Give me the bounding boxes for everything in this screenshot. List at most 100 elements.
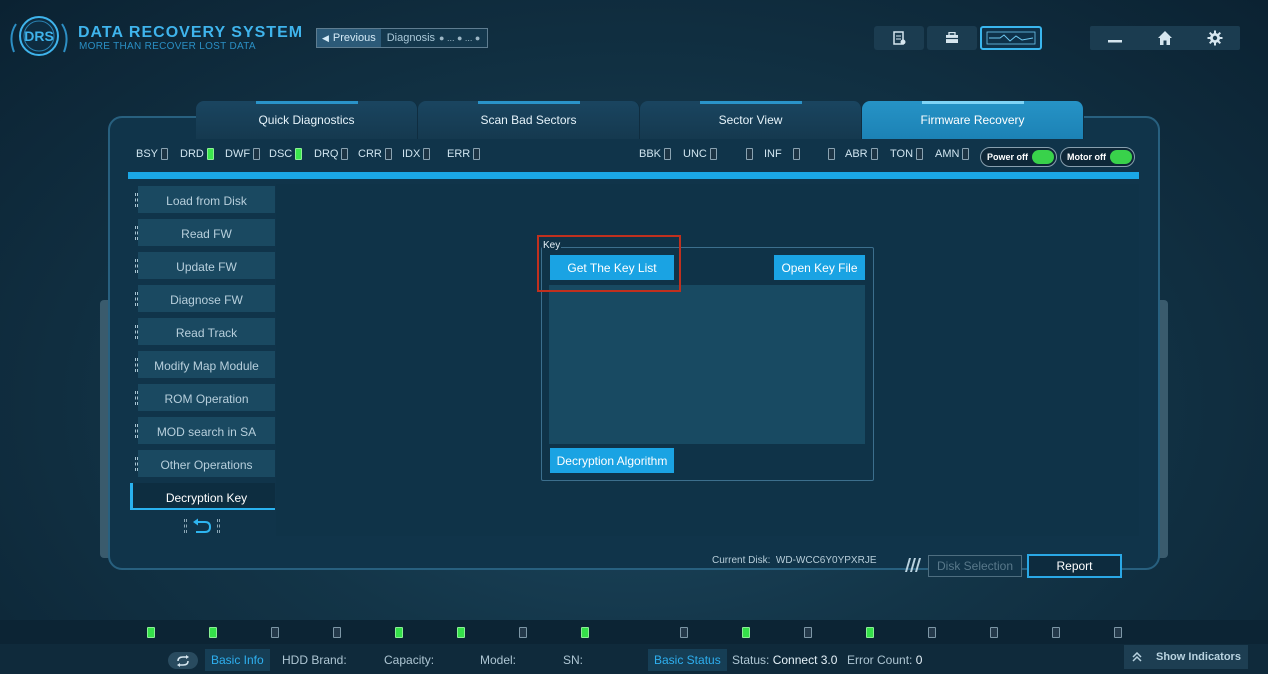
indicator-drd: DRD [180,148,214,160]
menu-item-diagnose-fw[interactable]: Diagnose FW [128,283,275,316]
status-led-icon [581,627,589,638]
return-arrow-icon [193,518,212,533]
register-indicators: BSY DRD DWF DSC DRQ CRR IDX ERR BBK UNC … [136,147,1136,167]
capacity-label: Capacity: [384,653,435,667]
led-icon [473,148,481,160]
status-led-icon [457,627,465,638]
menu-item-modify-map-module[interactable]: Modify Map Module [128,349,275,382]
indicator-ton: TON [890,148,924,160]
grip-icon [135,193,138,207]
stripes-icon [905,558,921,572]
disk-selection-button[interactable]: Disk Selection [928,555,1022,577]
refresh-icon [177,654,189,667]
status-led-icon [742,627,750,638]
log-button[interactable] [874,26,924,50]
menu-item-read-track[interactable]: Read Track [128,316,275,349]
status-led-icon [519,627,527,638]
basic-info-tab[interactable]: Basic Info [205,649,270,671]
led-icon [295,148,303,160]
drs-logo-icon: DRS [10,16,68,56]
show-indicators-button[interactable]: Show Indicators [1124,645,1248,669]
svg-text:DRS: DRS [24,28,54,44]
status-led-icon [680,627,688,638]
menu-item-update-fw[interactable]: Update FW [128,250,275,283]
home-icon[interactable] [1157,30,1173,46]
sn-label: SN: [563,653,584,667]
waveform-icon [986,31,1036,45]
led-icon [253,148,261,160]
led-icon [792,148,800,160]
report-button[interactable]: Report [1027,554,1122,578]
status-led-icon [271,627,279,638]
grip-icon [135,292,138,306]
tab-sector-view[interactable]: Sector View [640,101,862,139]
indicator-idx: IDX [402,148,431,160]
header: DRS DATA RECOVERY SYSTEM MORE THAN RECOV… [0,0,1268,80]
gear-icon[interactable] [1207,30,1223,46]
toolbox-button[interactable] [927,26,977,50]
indicator-bsy: BSY [136,148,169,160]
power-toggle[interactable]: Power off [980,147,1058,167]
menu-item-load-from-disk[interactable]: Load from Disk [128,184,275,217]
motor-toggle[interactable]: Motor off [1060,147,1135,167]
grip-icon [217,519,220,533]
indicator-err: ERR [447,148,481,160]
key-list[interactable] [549,285,865,444]
indicator-inf: INF [764,148,800,160]
status-led-icon [866,627,874,638]
menu-item-mod-search-in-sa[interactable]: MOD search in SA [128,415,275,448]
current-disk: Current Disk: WD-WCC6Y0YPXRJE [712,555,877,566]
tab-quick-diagnostics[interactable]: Quick Diagnostics [196,101,418,139]
menu-item-other-operations[interactable]: Other Operations [128,448,275,481]
basic-status-tab[interactable]: Basic Status [648,649,727,671]
status-led-icon [333,627,341,638]
indicator-dwf: DWF [225,148,261,160]
led-icon [709,148,717,160]
grip-icon [135,457,138,471]
grip-icon [135,358,138,372]
get-key-list-button[interactable]: Get The Key List [550,255,674,280]
menu-item-read-fw[interactable]: Read FW [128,217,275,250]
minimize-icon[interactable] [1107,30,1123,46]
breadcrumb: Diagnosis ● ... ● ... ● [380,29,487,47]
app-title: DATA RECOVERY SYSTEM [78,24,304,41]
toolbox-icon [946,32,958,43]
led-icon [916,148,924,160]
status-led-icon [395,627,403,638]
refresh-button[interactable] [168,652,198,669]
open-key-file-button[interactable]: Open Key File [774,255,865,280]
indicator-crr: CRR [358,148,392,160]
status-bar: Basic Info HDD Brand: Capacity: Model: S… [0,644,1268,674]
indicator-dsc: DSC [269,148,303,160]
status-led-icon [1052,627,1060,638]
grip-icon [135,424,138,438]
indicator-amn: AMN [935,148,970,160]
decryption-algorithm-button[interactable]: Decryption Algorithm [550,448,674,473]
error-count-label: Error Count: 0 [847,653,923,667]
indicator-blank-2 [828,148,835,160]
error-count-value: 0 [915,653,923,667]
hdd-brand-label: HDD Brand: [282,653,347,667]
tab-scan-bad-sectors[interactable]: Scan Bad Sectors [418,101,640,139]
status-led-icon [928,627,936,638]
previous-button[interactable]: ◀ Previous [317,29,381,47]
tab-firmware-recovery[interactable]: Firmware Recovery [862,101,1084,139]
monitor-button[interactable] [980,26,1042,50]
key-groupbox-title: Key [542,240,562,251]
status-label: Status: Connect 3.0 [732,653,838,667]
toggle-switch-icon [1109,150,1132,164]
firmware-menu: Load from Disk Read FW Update FW Diagnos… [128,184,275,533]
double-chevron-up-icon [1132,652,1142,662]
led-icon [870,148,878,160]
tab-bar: Quick Diagnostics Scan Bad Sectors Secto… [196,101,1084,139]
model-label: Model: [480,653,517,667]
status-value: Connect 3.0 [772,653,838,667]
menu-item-rom-operation[interactable]: ROM Operation [128,382,275,415]
led-icon [161,148,169,160]
indicator-abr: ABR [845,148,878,160]
back-button[interactable] [178,516,226,536]
menu-item-decryption-key[interactable]: Decryption Key [128,481,275,514]
app-subtitle: MORE THAN RECOVER LOST DATA [79,41,256,52]
led-icon [341,148,349,160]
indicator-bbk: BBK [639,148,672,160]
